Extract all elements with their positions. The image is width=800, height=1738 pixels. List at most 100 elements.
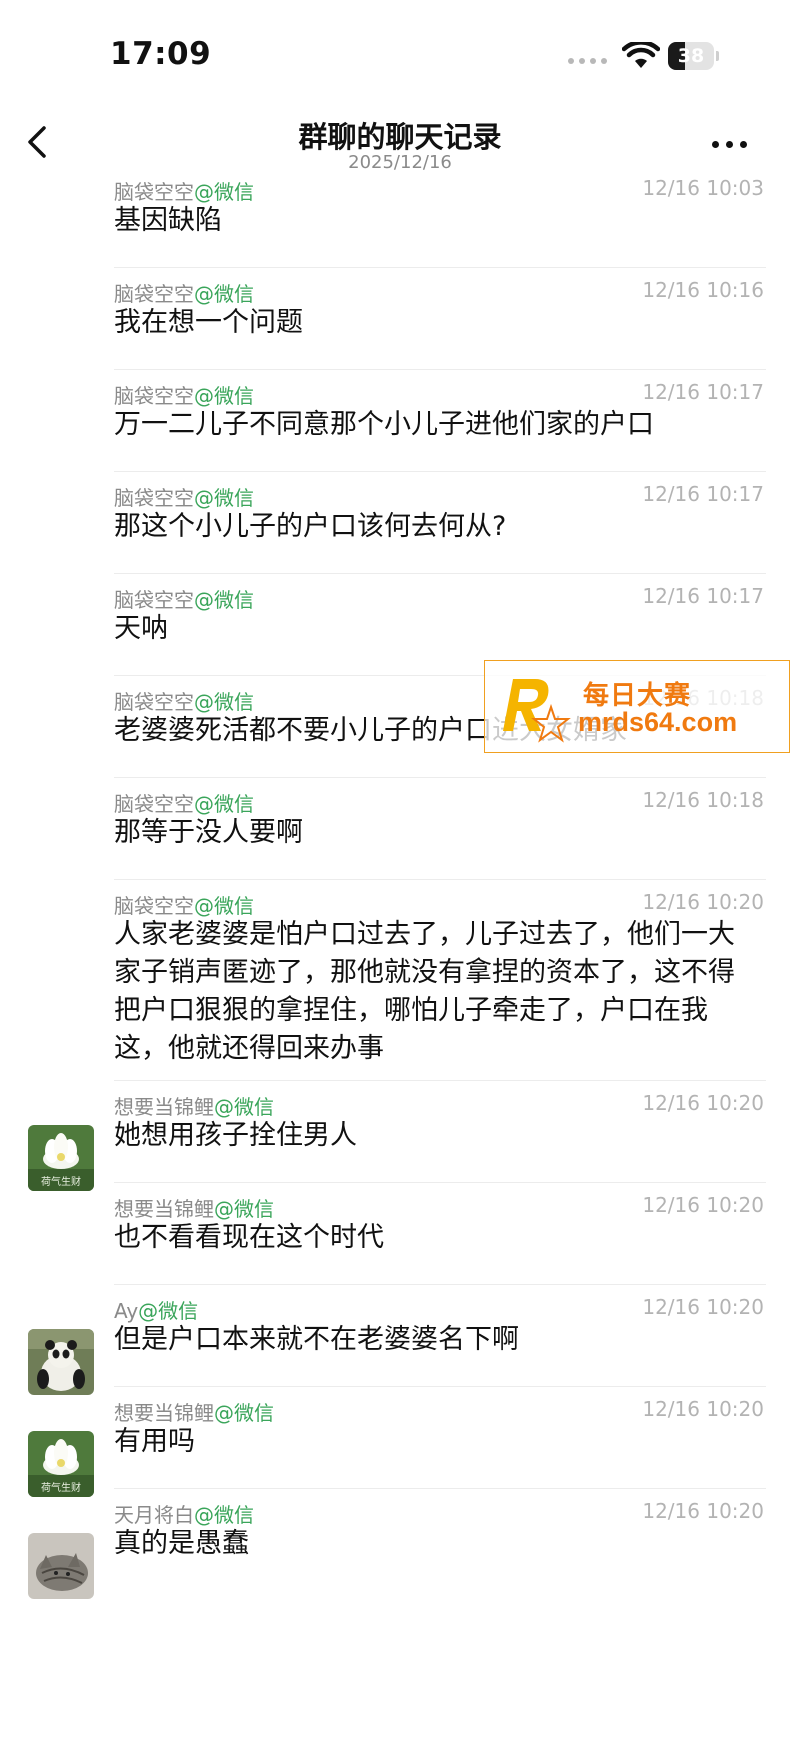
message-time: 12/16 10:17 — [642, 482, 764, 506]
sender-name: 脑袋空空@微信 — [114, 788, 254, 817]
sender-nickname: Ay — [114, 1299, 139, 1323]
sender-name: 脑袋空空@微信 — [114, 686, 254, 715]
wifi-icon — [622, 42, 660, 68]
message-text: 天呐 — [114, 613, 168, 644]
watermark-logo-icon — [503, 679, 571, 743]
sender-nickname: 天月将白 — [114, 1503, 194, 1527]
sender-name: 天月将白@微信 — [114, 1499, 254, 1528]
message-text: 有用吗 — [114, 1426, 195, 1457]
page-title: 群聊的聊天记录 — [298, 120, 502, 154]
sender-nickname: 脑袋空空 — [114, 588, 194, 612]
sender-source: @微信 — [194, 894, 254, 918]
sender-name: 脑袋空空@微信 — [114, 584, 254, 613]
message-time: 12/16 10:18 — [642, 788, 764, 812]
sender-source: @微信 — [194, 792, 254, 816]
message-text: 基因缺陷 — [114, 205, 222, 236]
sender-source: @微信 — [214, 1095, 274, 1119]
message-time: 12/16 10:20 — [642, 1397, 764, 1421]
message-item[interactable]: 脑袋空空@微信 12/16 10:18 那等于没人要啊 — [0, 788, 800, 892]
message-item[interactable]: 脑袋空空@微信 12/16 10:16 我在想一个问题 — [0, 278, 800, 382]
watermark: 每日大赛 mrds64.com — [484, 660, 790, 753]
message-text: 也不看看现在这个时代 — [114, 1222, 384, 1253]
message-text: 真的是愚蠢 — [114, 1528, 249, 1559]
sender-source: @微信 — [194, 1503, 254, 1527]
sender-name: 想要当锦鲤@微信 — [114, 1193, 274, 1222]
divider — [114, 1488, 766, 1489]
message-text: 那等于没人要啊 — [114, 817, 303, 848]
battery-icon: 38 — [668, 42, 720, 70]
sender-source: @微信 — [194, 690, 254, 714]
avatar[interactable]: 荷气生财 — [28, 1125, 94, 1191]
sender-source: @微信 — [194, 180, 254, 204]
divider — [114, 879, 766, 880]
message-item[interactable]: 天月将白@微信 12/16 10:20 真的是愚蠢 — [0, 1499, 800, 1603]
message-item[interactable]: 脑袋空空@微信 12/16 10:03 基因缺陷 — [0, 176, 800, 280]
sender-source: @微信 — [214, 1401, 274, 1425]
sender-nickname: 脑袋空空 — [114, 384, 194, 408]
message-item[interactable]: 脑袋空空@微信 12/16 10:17 万一二儿子不同意那个小儿子进他们家的户口 — [0, 380, 800, 484]
message-time: 12/16 10:03 — [642, 176, 764, 200]
svg-text:荷气生财: 荷气生财 — [41, 1481, 81, 1494]
message-text: 人家老婆婆是怕户口过去了，儿子过去了，他们一大家子销声匿迹了，那他就没有拿捏的资… — [114, 919, 735, 1064]
avatar[interactable] — [28, 1533, 94, 1599]
sender-name: 想要当锦鲤@微信 — [114, 1397, 274, 1426]
more-options-icon[interactable] — [712, 134, 758, 154]
divider — [114, 1284, 766, 1285]
message-text: 我在想一个问题 — [114, 307, 303, 338]
avatar[interactable]: 荷气生财 — [28, 1431, 94, 1497]
divider — [114, 777, 766, 778]
message-text: 万一二儿子不同意那个小儿子进他们家的户口 — [114, 409, 654, 440]
status-bar: 17:09 38 — [0, 0, 800, 100]
divider — [114, 1386, 766, 1387]
message-time: 12/16 10:20 — [642, 1091, 764, 1115]
sender-source: @微信 — [214, 1197, 274, 1221]
sender-name: Ay@微信 — [114, 1295, 198, 1324]
sender-nickname: 脑袋空空 — [114, 792, 194, 816]
sender-name: 脑袋空空@微信 — [114, 890, 254, 919]
sender-source: @微信 — [194, 282, 254, 306]
divider — [114, 1182, 766, 1183]
cellular-signal-icon — [568, 58, 607, 64]
message-text: 她想用孩子拴住男人 — [114, 1120, 357, 1151]
svg-text:荷气生财: 荷气生财 — [41, 1175, 81, 1188]
sender-name: 脑袋空空@微信 — [114, 380, 254, 409]
sender-nickname: 想要当锦鲤 — [114, 1197, 214, 1221]
divider — [114, 1080, 766, 1081]
avatar[interactable] — [28, 1329, 94, 1395]
status-time: 17:09 — [110, 36, 212, 72]
message-time: 12/16 10:16 — [642, 278, 764, 302]
message-time: 12/16 10:20 — [642, 1193, 764, 1217]
message-time: 12/16 10:20 — [642, 890, 764, 914]
sender-nickname: 脑袋空空 — [114, 894, 194, 918]
message-item[interactable]: 荷气生财 想要当锦鲤@微信 12/16 10:20 有用吗 — [0, 1397, 800, 1501]
divider — [114, 267, 766, 268]
message-time: 12/16 10:20 — [642, 1295, 764, 1319]
message-time: 12/16 10:20 — [642, 1499, 764, 1523]
message-time: 12/16 10:17 — [642, 584, 764, 608]
divider — [114, 573, 766, 574]
sender-nickname: 脑袋空空 — [114, 486, 194, 510]
message-text: 但是户口本来就不在老婆婆名下啊 — [114, 1324, 519, 1355]
sender-source: @微信 — [138, 1299, 199, 1323]
sender-nickname: 脑袋空空 — [114, 690, 194, 714]
message-item[interactable]: 脑袋空空@微信 12/16 10:17 那这个小儿子的户口该何去何从? — [0, 482, 800, 586]
sender-source: @微信 — [194, 486, 254, 510]
message-item[interactable]: 想要当锦鲤@微信 12/16 10:20 也不看看现在这个时代 — [0, 1193, 800, 1297]
battery-level: 38 — [677, 45, 705, 67]
sender-nickname: 脑袋空空 — [114, 282, 194, 306]
sender-name: 脑袋空空@微信 — [114, 278, 254, 307]
message-item[interactable]: 荷气生财 想要当锦鲤@微信 12/16 10:20 她想用孩子拴住男人 — [0, 1091, 800, 1195]
watermark-url: mrds64.com — [578, 707, 738, 737]
message-item[interactable]: Ay@微信 12/16 10:20 但是户口本来就不在老婆婆名下啊 — [0, 1295, 800, 1399]
sender-nickname: 想要当锦鲤 — [114, 1401, 214, 1425]
divider — [114, 471, 766, 472]
message-time: 12/16 10:17 — [642, 380, 764, 404]
sender-nickname: 想要当锦鲤 — [114, 1095, 214, 1119]
sender-source: @微信 — [194, 588, 254, 612]
sender-name: 脑袋空空@微信 — [114, 176, 254, 205]
divider — [114, 369, 766, 370]
sender-name: 脑袋空空@微信 — [114, 482, 254, 511]
message-item[interactable]: 脑袋空空@微信 12/16 10:20 人家老婆婆是怕户口过去了，儿子过去了，他们一… — [0, 890, 800, 1093]
page-date: 2025/12/16 — [348, 152, 452, 173]
sender-name: 想要当锦鲤@微信 — [114, 1091, 274, 1120]
